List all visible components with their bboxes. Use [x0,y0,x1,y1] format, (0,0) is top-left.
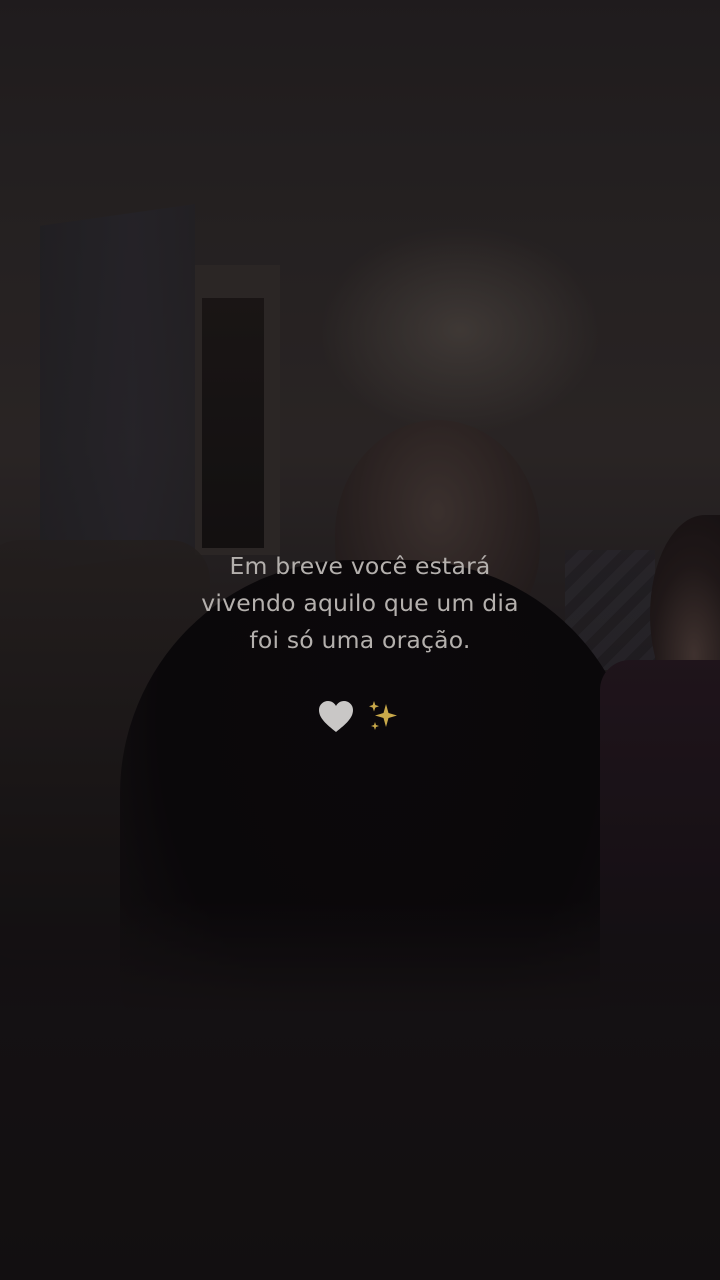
caption-line-2: vivendo aquilo que um dia [201,589,519,617]
story-view: Em breve você estará vivendo aquilo que … [0,0,720,1280]
white-heart-icon [318,692,354,740]
caption-line-3: foi só uma oração. [249,626,471,654]
story-caption: Em breve você estará vivendo aquilo que … [0,548,720,659]
sparkles-icon [366,698,402,734]
emoji-row [0,690,720,740]
caption-line-1: Em breve você estará [229,552,491,580]
